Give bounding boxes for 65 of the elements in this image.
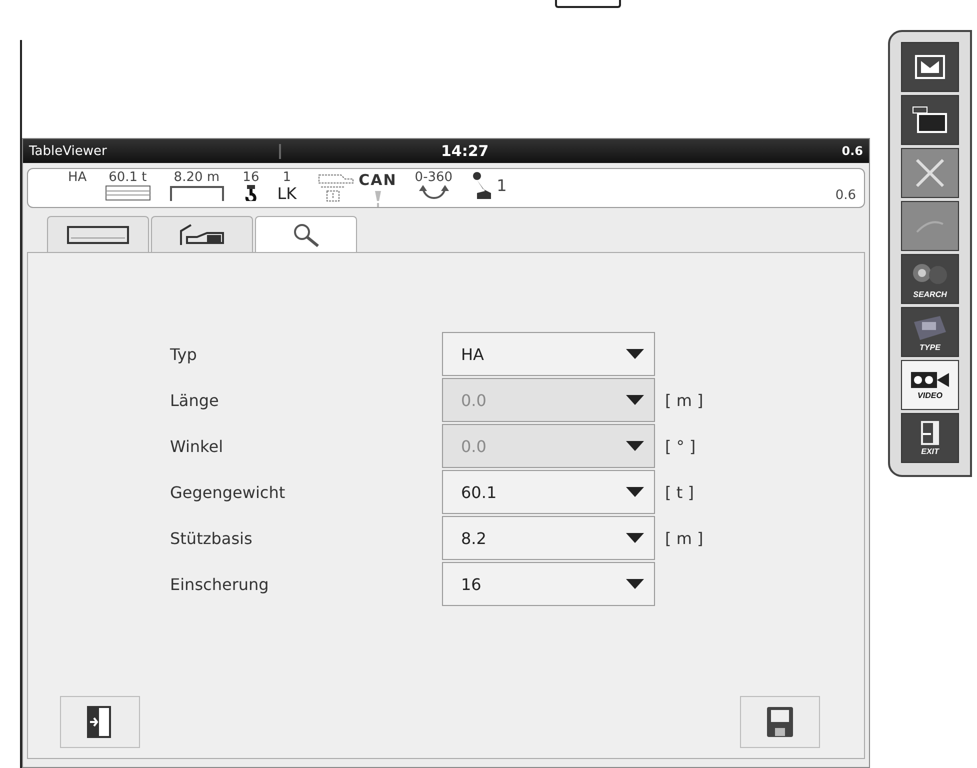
tab[interactable] bbox=[47, 216, 149, 252]
status-value: HA bbox=[68, 171, 87, 185]
clock-time: 14:27 bbox=[440, 142, 490, 160]
slab-icon bbox=[67, 226, 129, 244]
door-icon bbox=[919, 420, 941, 446]
crane-icon bbox=[177, 222, 227, 246]
unit-label: [ ° ] bbox=[665, 436, 696, 456]
field-label: Stützbasis bbox=[170, 528, 254, 548]
dropdown[interactable]: 16 bbox=[442, 562, 655, 606]
save-button[interactable] bbox=[740, 696, 820, 748]
field-label: Typ bbox=[170, 344, 198, 364]
search-icon bbox=[291, 222, 321, 248]
slab-icon bbox=[104, 185, 151, 201]
menu-button[interactable]: VIDEO bbox=[901, 360, 959, 410]
menu-button[interactable] bbox=[901, 42, 959, 92]
exit-button[interactable] bbox=[60, 696, 140, 748]
table-icon bbox=[168, 185, 225, 201]
tab[interactable] bbox=[255, 216, 357, 252]
status-value: 60.1 t bbox=[108, 171, 147, 185]
dropdown-value: 0.0 bbox=[461, 390, 486, 410]
status-value: 16 bbox=[242, 171, 260, 185]
dropdown[interactable]: 60.1 bbox=[442, 470, 655, 514]
unit-label: [ m ] bbox=[665, 390, 704, 410]
caret-icon bbox=[626, 487, 644, 497]
status-value: 0-360 bbox=[414, 171, 453, 185]
worker-icon bbox=[470, 171, 493, 201]
dropdown-value: 0.0 bbox=[461, 436, 486, 456]
window-title: TableViewer bbox=[29, 144, 281, 158]
folder-icon bbox=[912, 106, 948, 134]
dropdown[interactable]: 8.2 bbox=[442, 516, 655, 560]
camera-icon bbox=[910, 370, 950, 390]
menu-button[interactable]: TYPE bbox=[901, 307, 959, 357]
door-icon bbox=[87, 705, 113, 739]
close-icon bbox=[915, 158, 945, 188]
dropdown[interactable]: HA bbox=[442, 332, 655, 376]
status-code: LK bbox=[277, 185, 297, 203]
menu-button[interactable]: EXIT bbox=[901, 413, 959, 463]
title-value: 0.6 bbox=[842, 144, 863, 158]
unit-label: [ t ] bbox=[665, 482, 694, 502]
tab[interactable] bbox=[151, 216, 253, 252]
unit-label: [ m ] bbox=[665, 528, 704, 548]
status-value: 1 bbox=[282, 171, 292, 185]
save-icon bbox=[766, 706, 794, 738]
dropdown-value: HA bbox=[461, 344, 484, 364]
field-label: Winkel bbox=[170, 436, 224, 456]
caret-icon bbox=[626, 395, 644, 405]
field-label: Länge bbox=[170, 390, 220, 410]
dropdown-value: 16 bbox=[461, 574, 482, 594]
status-value: 8.20 m bbox=[174, 171, 220, 185]
menu-button[interactable] bbox=[901, 95, 959, 145]
field-label: Gegengewicht bbox=[170, 482, 286, 502]
status-value: 0.6 bbox=[835, 188, 856, 203]
pin-icon bbox=[374, 191, 382, 207]
hook-icon bbox=[244, 185, 257, 201]
field-label: Einscherung bbox=[170, 574, 270, 594]
status-value: 1 bbox=[496, 176, 507, 196]
dropdown-value: 60.1 bbox=[461, 482, 497, 502]
caret-icon bbox=[626, 579, 644, 589]
can-label: CAN bbox=[358, 171, 397, 189]
menu-button[interactable]: SEARCH bbox=[901, 254, 959, 304]
dropdown-value: 8.2 bbox=[461, 528, 486, 548]
caret-icon bbox=[626, 349, 644, 359]
caret-icon bbox=[626, 441, 644, 451]
caret-icon bbox=[626, 533, 644, 543]
curve-icon bbox=[915, 218, 945, 234]
